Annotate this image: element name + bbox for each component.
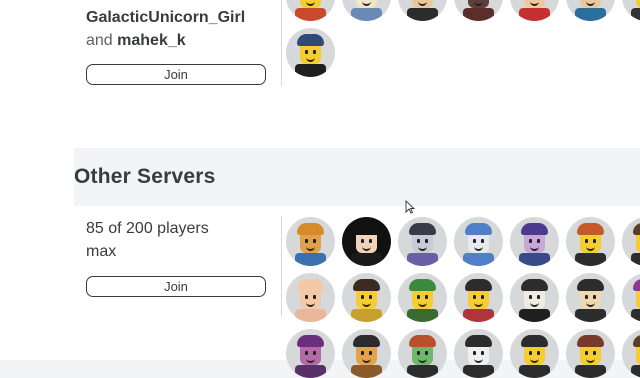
join-button[interactable]: Join (86, 276, 266, 297)
card-divider (281, 0, 282, 86)
player-count-text: 85 of 200 players max (86, 217, 276, 263)
player-avatar-icon[interactable] (398, 273, 447, 322)
other-servers-heading: Other Servers (74, 165, 216, 188)
player-avatar-icon[interactable] (286, 273, 335, 322)
player-avatar-icon[interactable] (622, 273, 640, 322)
player-avatar-icon[interactable] (566, 329, 615, 378)
friend-name[interactable]: GalacticUnicorn_Girl (86, 9, 245, 26)
friend-name[interactable]: mahek_k (117, 32, 186, 49)
player-avatar-icon[interactable] (286, 28, 335, 77)
player-count: 85 of 200 players (86, 220, 209, 237)
player-avatar-icon[interactable] (286, 217, 335, 266)
mouse-cursor-icon (405, 200, 415, 214)
player-avatar-icon[interactable] (510, 0, 559, 21)
player-avatar-icon[interactable] (566, 217, 615, 266)
player-avatar-icon[interactable] (398, 329, 447, 378)
and-text: and (86, 32, 113, 49)
player-avatar-icon[interactable] (286, 0, 335, 21)
player-avatar-icon[interactable] (342, 217, 391, 266)
player-avatar-icon[interactable] (398, 0, 447, 21)
player-avatar-icon[interactable] (286, 329, 335, 378)
join-button[interactable]: Join (86, 64, 266, 85)
player-avatar-icon[interactable] (622, 217, 640, 266)
player-avatar-icon[interactable] (342, 329, 391, 378)
player-avatar-icon[interactable] (342, 0, 391, 21)
card-divider (281, 216, 282, 316)
player-avatar-icon[interactable] (454, 273, 503, 322)
player-avatar-grid (286, 0, 640, 77)
player-avatar-icon[interactable] (342, 273, 391, 322)
player-avatar-icon[interactable] (510, 329, 559, 378)
player-avatar-grid (286, 217, 640, 378)
player-avatar-icon[interactable] (566, 0, 615, 21)
player-count-max: max (86, 243, 117, 260)
player-avatar-icon[interactable] (510, 273, 559, 322)
player-avatar-icon[interactable] (454, 0, 503, 21)
page-gutter (0, 0, 74, 360)
friends-in-server-text: GalacticUnicorn_Girl and mahek_k (86, 6, 276, 52)
player-avatar-icon[interactable] (454, 217, 503, 266)
player-avatar-icon[interactable] (622, 329, 640, 378)
player-avatar-icon[interactable] (454, 329, 503, 378)
player-avatar-icon[interactable] (510, 217, 559, 266)
player-avatar-icon[interactable] (566, 273, 615, 322)
player-avatar-icon[interactable] (622, 0, 640, 21)
player-avatar-icon[interactable] (398, 217, 447, 266)
